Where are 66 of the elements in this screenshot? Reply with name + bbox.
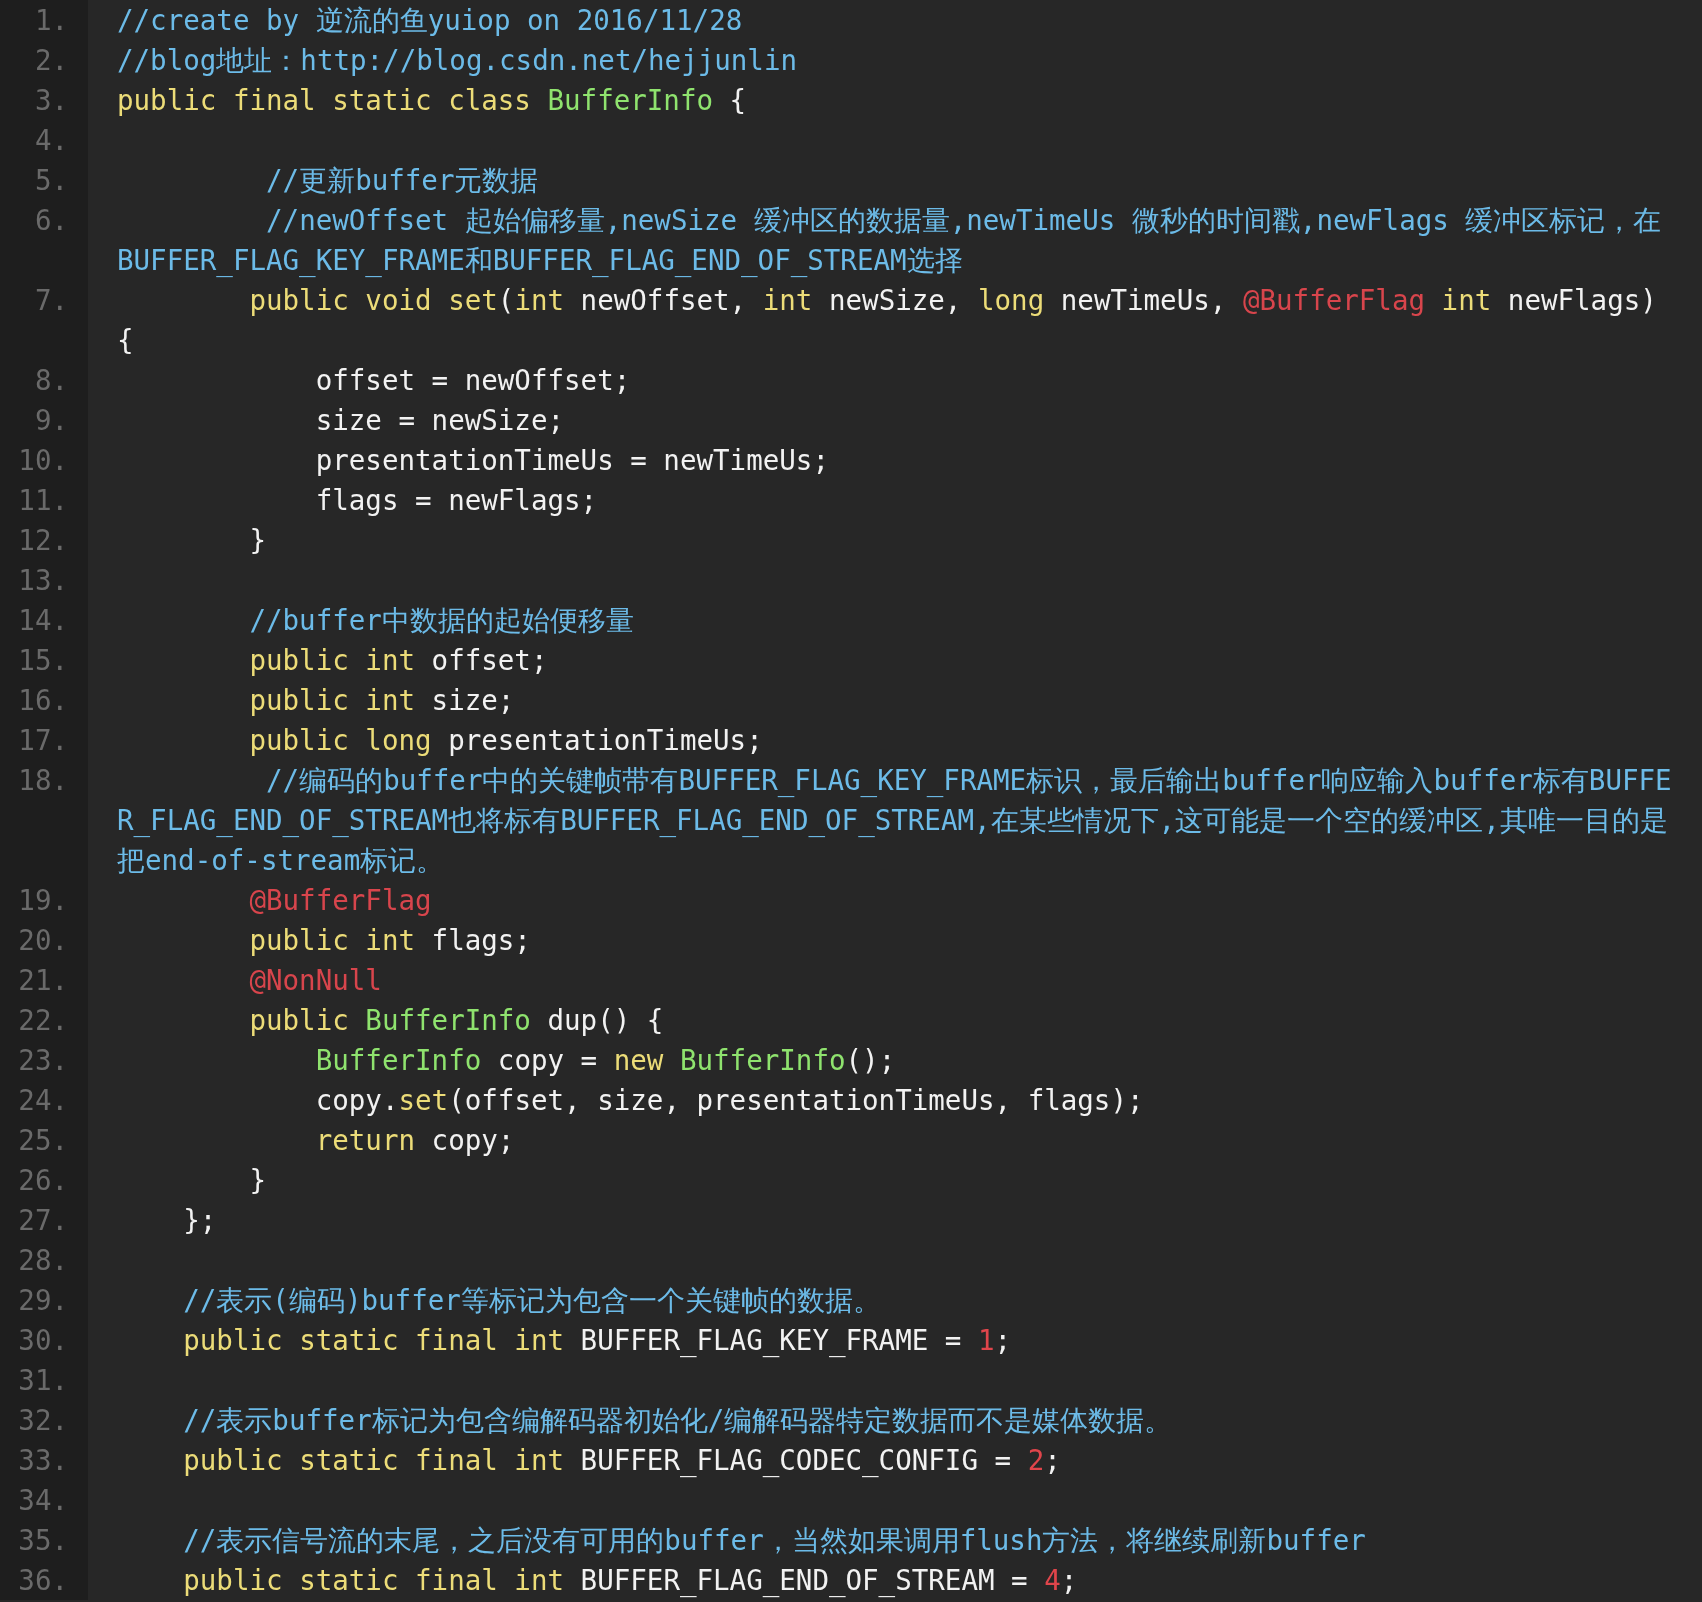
line-number: 35. [18, 1524, 68, 1556]
code-line: size = newSize; [314, 404, 565, 436]
line-number: 17. [18, 724, 68, 756]
code-line: public int flags; [248, 924, 531, 956]
line-number: 29. [18, 1284, 68, 1316]
line-number: 33. [18, 1444, 68, 1476]
line-number: 2. [34, 44, 68, 76]
code-line: public static final int BUFFER_FLAG_CODEC_CONFIG = 2; [182, 1444, 1061, 1476]
line-number: 21. [18, 964, 68, 996]
code-line: public long presentationTimeUs; [248, 724, 763, 756]
code-line: }; [182, 1204, 217, 1236]
code-line: //blog地址：http://blog.csdn.net/hejjunlin [117, 44, 798, 76]
code-line: //表示信号流的末尾，之后没有可用的buffer，当然如果调用flush方法，将继续刷新buffer [182, 1524, 1366, 1556]
line-number: 28. [18, 1244, 68, 1276]
line-number: 6. [34, 204, 68, 236]
code-line: //更新buffer元数据 [265, 164, 539, 196]
line-number: 15. [18, 644, 68, 676]
line-number: 4. [34, 124, 68, 156]
line-number: 10. [18, 444, 68, 476]
line-number: 19. [18, 884, 68, 916]
line-number: 13. [18, 564, 68, 596]
line-number: 31. [18, 1364, 68, 1396]
line-number: 24. [18, 1084, 68, 1116]
code-line: return copy; [314, 1124, 515, 1156]
line-number: 9. [34, 404, 68, 436]
line-number: 20. [18, 924, 68, 956]
line-number: 8. [34, 364, 68, 396]
line-number: 18. [18, 764, 68, 796]
code-line: presentationTimeUs = newTimeUs; [314, 444, 829, 476]
code-line: //编码的buffer中的关键帧带有BUFFER_FLAG_KEY_FRAME标识，最后输出buffer响应输入buffer标有BUFFER_FLAG_END_OF_STREAM也将标有BUFFER_FLAG_END_OF_STREAM,在某些情况下,这可能是一个空的缓冲区,其唯一目的是把end-of-stream标记。 [117, 764, 1672, 876]
code-line: public int offset; [248, 644, 548, 676]
line-number: 5. [34, 164, 68, 196]
code-line: public static final int BUFFER_FLAG_END_OF_STREAM = 4; [182, 1564, 1078, 1596]
code-line: public static final int BUFFER_FLAG_KEY_FRAME = 1; [182, 1324, 1012, 1356]
line-number: 14. [18, 604, 68, 636]
code-line: public BufferInfo dup() { [248, 1004, 664, 1036]
line-number: 30. [18, 1324, 68, 1356]
line-number: 32. [18, 1404, 68, 1436]
code-line: //表示buffer标记为包含编解码器初始化/编解码器特定数据而不是媒体数据。 [182, 1404, 1173, 1436]
line-number: 12. [18, 524, 68, 556]
code-line: } [248, 524, 266, 556]
code-line: //newOffset 起始偏移量,newSize 缓冲区的数据量,newTimeUs 微秒的时间戳,newFlags 缓冲区标记，在BUFFER_FLAG_KEY_FRAME和BUFFER_FLAG_END_OF_STREAM选择 [117, 204, 1662, 276]
code-line: @NonNull [248, 964, 382, 996]
line-number: 1. [34, 4, 68, 36]
code-line: } [248, 1164, 266, 1196]
code-line: @BufferFlag [248, 884, 432, 916]
line-number: 3. [34, 84, 68, 116]
code-line: //buffer中数据的起始便移量 [248, 604, 634, 636]
code-line: public final static class BufferInfo { [117, 84, 747, 116]
line-number: 22. [18, 1004, 68, 1036]
code-line: copy.set(offset, size, presentationTimeUs, flags); [314, 1084, 1144, 1116]
line-number: 16. [18, 684, 68, 716]
code-line: BufferInfo copy = new BufferInfo(); [314, 1044, 896, 1076]
line-number: 23. [18, 1044, 68, 1076]
line-number: 27. [18, 1204, 68, 1236]
code-line: //create by 逆流的鱼yuiop on 2016/11/28 [117, 4, 743, 36]
line-number: 36. [18, 1564, 68, 1596]
code-line: offset = newOffset; [314, 364, 631, 396]
line-number: 26. [18, 1164, 68, 1196]
line-number: 7. [34, 284, 68, 316]
code-line: //表示(编码)buffer等标记为包含一个关键帧的数据。 [182, 1284, 881, 1316]
line-number: 11. [18, 484, 68, 516]
code-line: public int size; [248, 684, 515, 716]
line-number: 34. [18, 1484, 68, 1516]
line-number: 25. [18, 1124, 68, 1156]
code-line: flags = newFlags; [314, 484, 598, 516]
